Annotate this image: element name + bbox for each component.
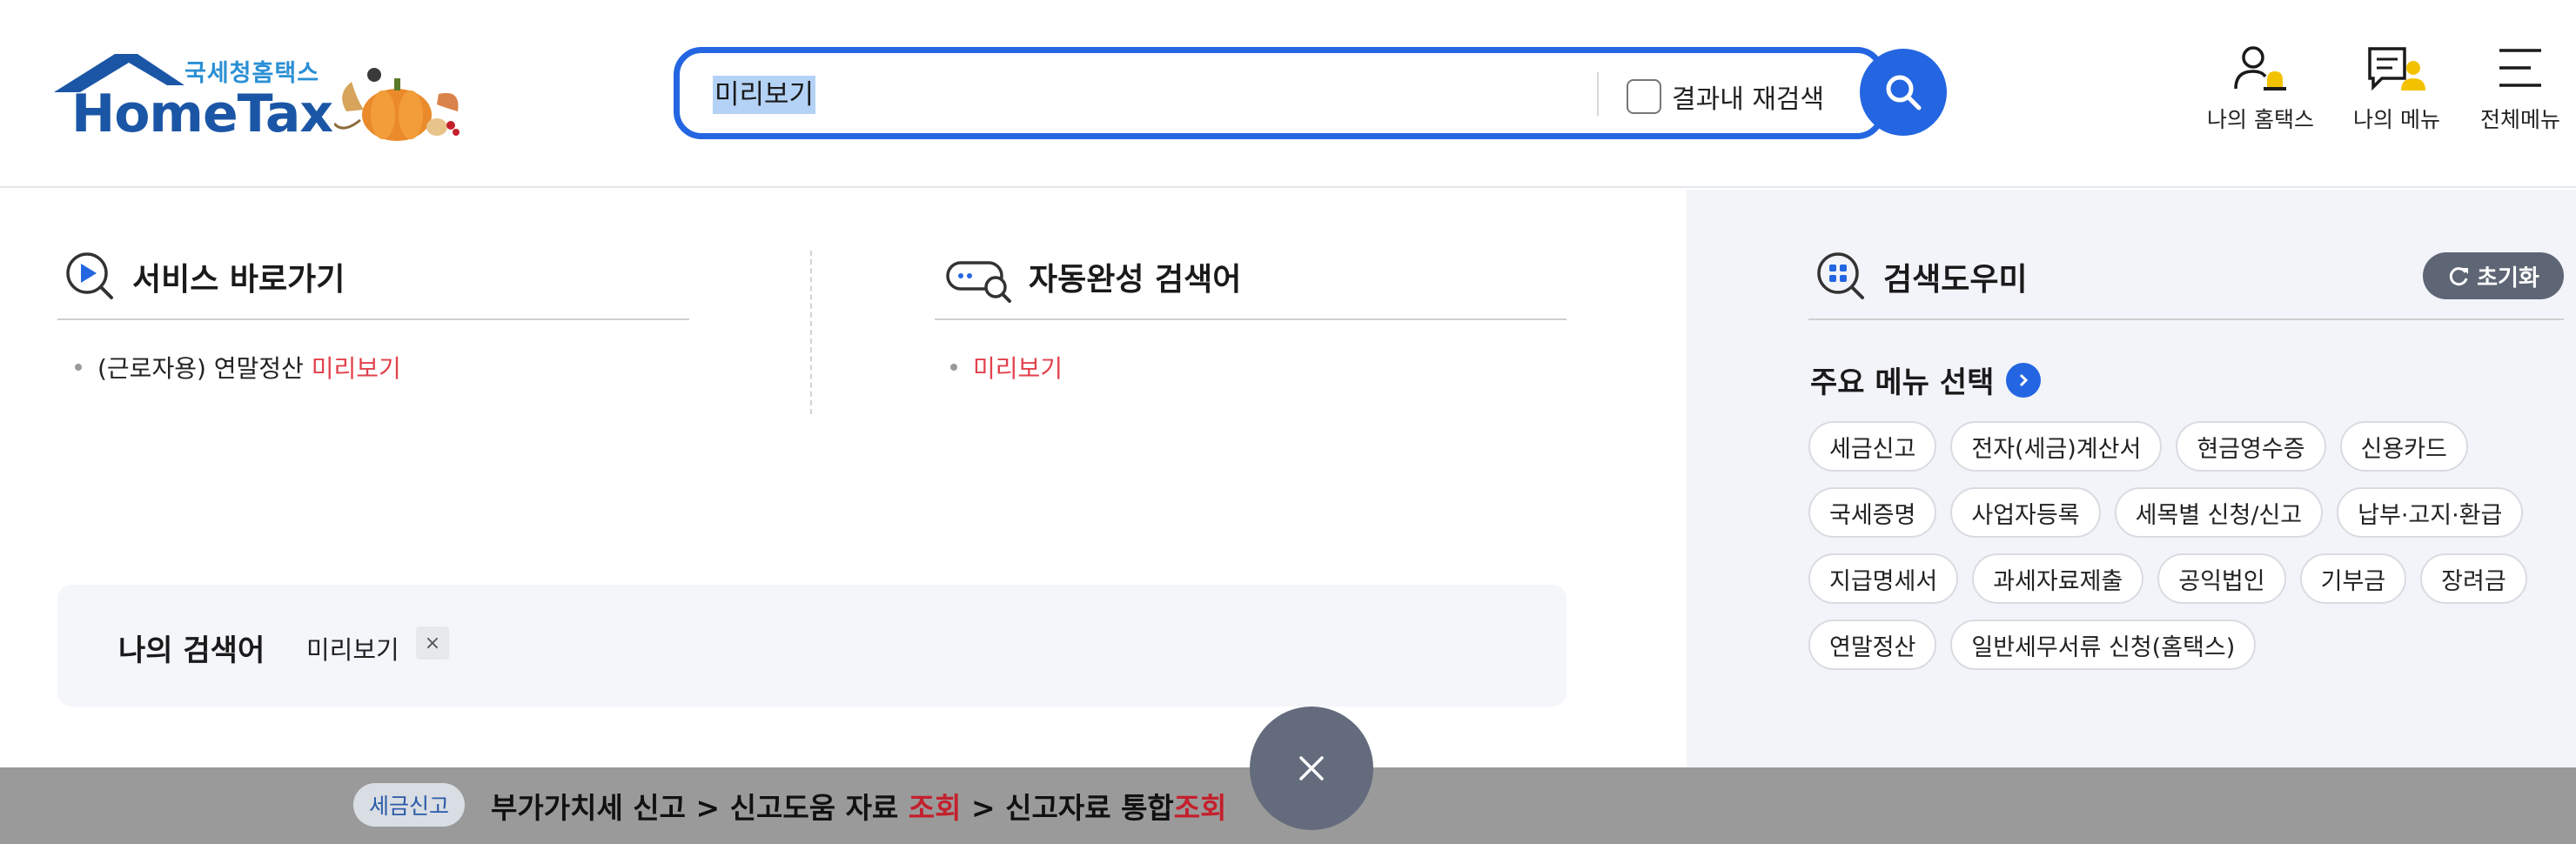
my-menu-button[interactable]: 나의 메뉴	[2353, 44, 2440, 134]
service-shortcut-rule	[57, 318, 689, 320]
recheck-label: 결과내 재검색	[1672, 84, 1825, 115]
search-box: 미리보기 결과내 재검색	[674, 47, 1885, 139]
remove-keyword-button[interactable]: ×	[416, 626, 449, 660]
autocomplete-title: 자동완성 검색어	[1029, 262, 1242, 298]
my-hometax-label: 나의 홈택스	[2207, 107, 2314, 132]
menu-chip[interactable]: 지급명세서	[1808, 553, 1959, 604]
recent-search-title: 나의 검색어	[118, 633, 265, 668]
service-shortcut-header: 서비스 바로가기	[64, 251, 345, 303]
autocomplete-item-text: 미리보기	[973, 354, 1063, 383]
autocomplete-header: 자동완성 검색어	[945, 251, 1241, 303]
search-helper-rule	[1808, 318, 2564, 320]
menu-chip[interactable]: 현금영수증	[2176, 421, 2326, 472]
search-icon	[1886, 75, 1922, 111]
service-shortcut-item[interactable]: (근로자용) 연말정산 미리보기	[75, 350, 401, 385]
menu-chip[interactable]: 기부금	[2299, 553, 2407, 604]
menu-doc-user-icon	[2368, 47, 2425, 91]
menu-chip[interactable]: 과세자료제출	[1972, 553, 2144, 604]
category-badge: 세금신고	[353, 783, 466, 827]
path-part: 부가가치세 신고 > 신고도움 자료	[491, 791, 909, 825]
search-button[interactable]	[1860, 49, 1947, 136]
my-hometax-button[interactable]: 나의 홈택스	[2207, 44, 2314, 134]
menu-path[interactable]: 부가가치세 신고 > 신고도움 자료 조회 > 신고자료 통합조회	[491, 785, 1227, 827]
path-highlight: 조회	[1173, 791, 1227, 825]
keyboard-search-icon	[946, 261, 1011, 303]
hamburger-icon	[2499, 49, 2541, 87]
menu-chip[interactable]: 전자(세금)계산서	[1950, 421, 2163, 472]
recent-search-keyword[interactable]: 미리보기	[306, 630, 399, 666]
logo-title: HomeTax	[71, 84, 333, 144]
recheck-checkbox[interactable]	[1627, 79, 1661, 114]
path-highlight: 조회	[908, 791, 962, 825]
column-divider	[810, 251, 812, 414]
all-menu-label: 전체메뉴	[2480, 107, 2561, 132]
main-menu-chips: 세금신고 전자(세금)계산서 현금영수증 신용카드국세증명 사업자등록 세목별 신청/신고…	[1808, 421, 2557, 670]
search-divider	[1597, 72, 1599, 116]
hometax-logo[interactable]: 국세청홈택스 HomeTax	[54, 45, 333, 144]
chevron-right-icon	[2020, 373, 2029, 386]
autocomplete-item[interactable]: 미리보기	[950, 350, 1063, 385]
reset-button[interactable]: 초기화	[2423, 252, 2564, 299]
bullet-dot	[75, 364, 82, 371]
menu-chip[interactable]: 납부·고지·환급	[2337, 487, 2524, 538]
reset-label: 초기화	[2477, 265, 2539, 291]
menu-chip[interactable]: 공익법인	[2157, 553, 2286, 604]
main-menu-select-header: 주요 메뉴 선택	[1810, 358, 2042, 401]
service-item-prefix: (근로자용) 연말정산	[97, 354, 304, 383]
autocomplete-rule	[935, 318, 1566, 320]
main-menu-arrow-button[interactable]	[2006, 362, 2042, 398]
header: 국세청홈택스 HomeTax 미리보기 결과내 재검색 나의 홈택스 나의 메뉴…	[0, 0, 2576, 188]
close-search-button[interactable]	[1250, 707, 1373, 830]
refresh-icon	[2449, 267, 2469, 286]
user-bell-icon	[2234, 46, 2287, 90]
my-menu-label: 나의 메뉴	[2353, 107, 2440, 132]
grid-search-icon	[1817, 252, 1864, 299]
bullet-dot	[950, 364, 957, 371]
menu-chip[interactable]: 세금신고	[1808, 421, 1937, 472]
menu-chip[interactable]: 장려금	[2420, 553, 2527, 604]
service-shortcut-title: 서비스 바로가기	[132, 262, 345, 298]
play-circle-search-icon	[66, 252, 113, 299]
search-input[interactable]: 미리보기	[713, 76, 816, 114]
menu-chip[interactable]: 연말정산	[1808, 620, 1937, 670]
all-menu-button[interactable]: 전체메뉴	[2480, 44, 2560, 134]
main-menu-select-title: 주요 메뉴 선택	[1810, 365, 1995, 400]
service-item-highlight: 미리보기	[311, 354, 401, 383]
menu-chip[interactable]: 국세증명	[1808, 487, 1937, 538]
recheck-option[interactable]: 결과내 재검색	[1627, 77, 1824, 116]
recent-search-panel: 나의 검색어 미리보기 ×	[57, 585, 1566, 707]
autumn-pumpkin-icon	[334, 68, 460, 141]
menu-chip[interactable]: 일반세무서류 신청(홈택스)	[1950, 620, 2257, 670]
close-icon	[1299, 756, 1324, 780]
menu-chip[interactable]: 신용카드	[2339, 421, 2468, 472]
search-helper-title: 검색도우미	[1883, 262, 2028, 298]
menu-chip[interactable]: 사업자등록	[1950, 487, 2101, 538]
path-part: > 신고자료 통합	[961, 791, 1174, 825]
search-helper-header: 검색도우미	[1815, 251, 2028, 303]
menu-chip[interactable]: 세목별 신청/신고	[2114, 487, 2324, 538]
